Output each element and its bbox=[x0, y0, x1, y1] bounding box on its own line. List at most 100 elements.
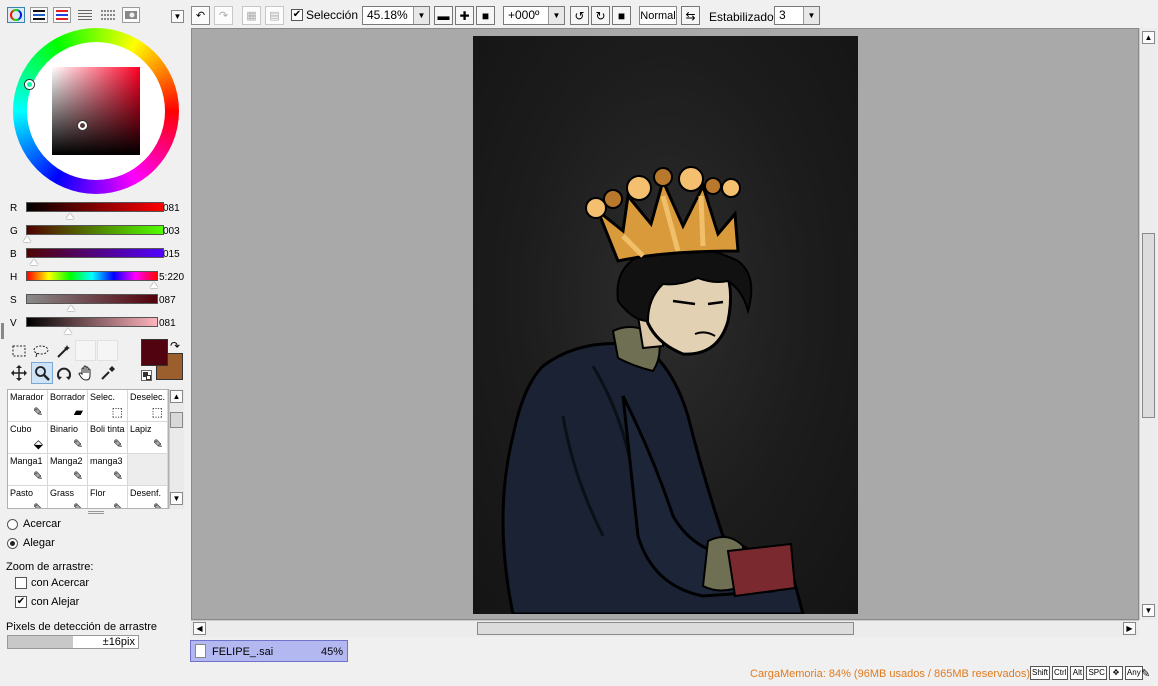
brush-slot[interactable]: Boli tinta ✎ bbox=[88, 422, 128, 454]
rgb-slider-mode-button[interactable] bbox=[30, 7, 48, 23]
zoom-reset-button[interactable]: ■ bbox=[476, 6, 495, 25]
slider-handle[interactable] bbox=[66, 305, 75, 311]
scroll-down-button[interactable]: ▼ bbox=[1142, 604, 1155, 617]
tool-move[interactable] bbox=[9, 363, 29, 383]
drag-zoom-in-option[interactable]: con Acercar bbox=[15, 577, 89, 589]
tool-magic-wand[interactable] bbox=[53, 341, 73, 361]
tool-rect-select[interactable] bbox=[9, 341, 29, 361]
scroll-left-button[interactable]: ◀ bbox=[193, 622, 206, 635]
slider-b[interactable]: B 015 bbox=[6, 247, 186, 267]
rotation-reset-button[interactable]: ■ bbox=[612, 6, 631, 25]
slider-track[interactable] bbox=[26, 202, 164, 212]
brush-slot[interactable]: Desenf. ✎ bbox=[128, 486, 168, 508]
sv-square[interactable] bbox=[52, 67, 140, 155]
zoom-in-radio[interactable] bbox=[7, 518, 18, 530]
redo-button[interactable]: ↷ bbox=[214, 6, 233, 25]
drag-pixels-slider[interactable]: ±16pix bbox=[7, 635, 139, 649]
slider-handle[interactable] bbox=[64, 328, 73, 334]
slider-r[interactable]: R 081 bbox=[6, 201, 186, 221]
selection-toggle[interactable]: ✔ Selección bbox=[291, 8, 358, 22]
document-tab[interactable]: FELIPE_.sai 45% bbox=[190, 640, 348, 662]
vscroll-thumb[interactable] bbox=[1142, 233, 1155, 418]
drag-zoom-out-checkbox[interactable]: ✔ bbox=[15, 596, 27, 608]
brush-slot[interactable]: Manga1 ✎ bbox=[8, 454, 48, 486]
deselect-button[interactable]: ▦ bbox=[242, 6, 261, 25]
rotate-right-button[interactable]: ↻ bbox=[591, 6, 610, 25]
slider-g[interactable]: G 003 bbox=[6, 224, 186, 244]
slider-handle[interactable] bbox=[66, 213, 75, 219]
brush-slot-empty[interactable] bbox=[128, 454, 168, 486]
drag-zoom-out-option[interactable]: ✔ con Alejar bbox=[15, 596, 79, 608]
slider-label: V bbox=[10, 318, 17, 329]
slider-track[interactable] bbox=[26, 317, 158, 327]
resize-grip[interactable] bbox=[88, 511, 104, 514]
brush-slot[interactable]: manga3 ✎ bbox=[88, 454, 128, 486]
brush-slot[interactable]: Binario ✎ bbox=[48, 422, 88, 454]
slider-handle[interactable] bbox=[30, 259, 39, 265]
panel-resize-handle[interactable] bbox=[1, 323, 4, 339]
scroll-right-button[interactable]: ▶ bbox=[1123, 622, 1136, 635]
brush-slot[interactable]: Grass ✎ bbox=[48, 486, 88, 508]
tool-rotate[interactable] bbox=[54, 363, 74, 383]
brush-slot[interactable]: Manga2 ✎ bbox=[48, 454, 88, 486]
panel-collapse-button[interactable]: ▼ bbox=[171, 10, 184, 23]
brush-slot[interactable]: Marador ✎ bbox=[8, 390, 48, 422]
invert-selection-button[interactable]: ▤ bbox=[265, 6, 284, 25]
canvas-vscrollbar[interactable]: ▲ ▼ bbox=[1139, 28, 1157, 620]
scroll-thumb[interactable] bbox=[170, 412, 183, 428]
slider-track[interactable] bbox=[26, 294, 158, 304]
zoom-out-radio[interactable] bbox=[7, 537, 18, 549]
scratchpad-mode-button[interactable] bbox=[122, 7, 140, 23]
sv-marker[interactable] bbox=[78, 121, 87, 130]
hsv-slider-mode-button[interactable] bbox=[53, 7, 71, 23]
artwork-canvas[interactable] bbox=[473, 36, 858, 614]
brush-scrollbar[interactable]: ▲ ▼ bbox=[169, 389, 184, 509]
brush-slot[interactable]: Selec. ⬚ bbox=[88, 390, 128, 422]
scroll-up-button[interactable]: ▲ bbox=[170, 390, 183, 403]
brush-slot[interactable]: Flor ✎ bbox=[88, 486, 128, 508]
scroll-down-button[interactable]: ▼ bbox=[170, 492, 183, 505]
color-wheel-mode-button[interactable] bbox=[7, 7, 25, 23]
slider-s[interactable]: S 087 bbox=[6, 293, 186, 313]
hscroll-thumb[interactable] bbox=[477, 622, 854, 635]
zoom-in-option[interactable]: Acercar bbox=[7, 518, 61, 530]
slider-track[interactable] bbox=[26, 248, 164, 258]
rotation-dropdown[interactable]: +000º ▼ bbox=[503, 6, 565, 25]
color-wheel[interactable] bbox=[13, 28, 179, 194]
rotate-left-button[interactable]: ↺ bbox=[570, 6, 589, 25]
hue-marker[interactable] bbox=[25, 80, 34, 89]
slider-handle[interactable] bbox=[23, 236, 32, 242]
flip-horizontal-button[interactable]: ⇆ bbox=[681, 6, 700, 25]
slider-v[interactable]: V 081 bbox=[6, 316, 186, 336]
drag-zoom-in-checkbox[interactable] bbox=[15, 577, 27, 589]
blend-mode-button[interactable]: Normal bbox=[639, 6, 677, 25]
swatch-mode-button[interactable] bbox=[76, 7, 94, 23]
palette-icon bbox=[101, 10, 115, 20]
undo-button[interactable]: ↶ bbox=[191, 6, 210, 25]
brush-slot[interactable]: Pasto ✎ bbox=[8, 486, 48, 508]
brush-slot[interactable]: Deselec. ⬚ bbox=[128, 390, 168, 422]
tool-lasso[interactable] bbox=[31, 341, 51, 361]
swap-colors-icon[interactable]: ↷ bbox=[170, 339, 180, 353]
scroll-up-button[interactable]: ▲ bbox=[1142, 31, 1155, 44]
stabilizer-dropdown[interactable]: 3 ▼ bbox=[774, 6, 820, 25]
canvas-hscrollbar[interactable]: ◀ ▶ bbox=[191, 620, 1139, 637]
reset-colors-icon[interactable] bbox=[141, 370, 152, 381]
primary-color-swatch[interactable] bbox=[141, 339, 168, 366]
zoom-dropdown[interactable]: 45.18% ▼ bbox=[362, 6, 430, 25]
zoom-out-option[interactable]: Alegar bbox=[7, 537, 55, 549]
slider-handle[interactable] bbox=[150, 282, 159, 288]
tool-hand[interactable] bbox=[76, 363, 96, 383]
zoom-in-button[interactable]: ✚ bbox=[455, 6, 474, 25]
brush-slot[interactable]: Cubo ⬙ bbox=[8, 422, 48, 454]
zoom-out-button[interactable]: ▬ bbox=[434, 6, 453, 25]
selection-checkbox[interactable]: ✔ bbox=[291, 9, 303, 21]
palette-mode-button[interactable] bbox=[99, 7, 117, 23]
slider-track[interactable] bbox=[26, 271, 158, 281]
slider-track[interactable] bbox=[26, 225, 164, 235]
brush-slot[interactable]: Lapiz ✎ bbox=[128, 422, 168, 454]
tool-eyedropper[interactable] bbox=[98, 363, 118, 383]
tool-zoom[interactable] bbox=[31, 362, 53, 384]
slider-h[interactable]: H 5:220 bbox=[6, 270, 186, 290]
brush-slot[interactable]: Borrador ▰ bbox=[48, 390, 88, 422]
